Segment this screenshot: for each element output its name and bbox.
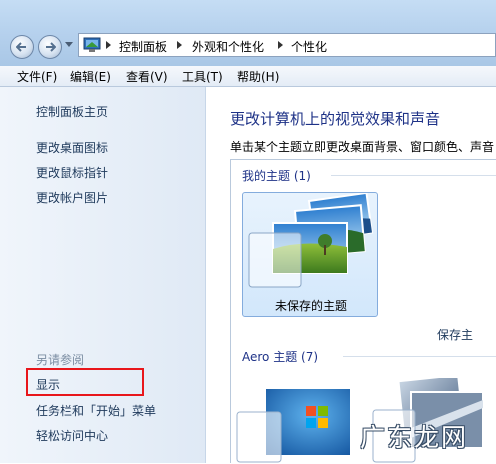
sidebar-link-taskbar-start-menu[interactable]: 任务栏和「开始」菜单 xyxy=(36,402,156,419)
breadcrumb-appearance[interactable]: 外观和个性化 xyxy=(192,38,264,55)
arrow-left-icon xyxy=(16,42,26,52)
recent-pages-chevron-icon[interactable] xyxy=(65,42,73,48)
control-panel-icon xyxy=(83,37,101,52)
breadcrumb-separator-icon[interactable] xyxy=(106,41,111,49)
sidebar-link-ease-of-access[interactable]: 轻松访问中心 xyxy=(36,427,108,444)
theme-preview-thumbnail xyxy=(248,193,374,288)
group-divider xyxy=(343,356,496,357)
save-theme-link[interactable]: 保存主 xyxy=(437,326,473,343)
highlight-box xyxy=(26,368,144,396)
menu-tools[interactable]: 工具(T) xyxy=(182,68,223,85)
menu-view[interactable]: 查看(V) xyxy=(126,68,168,85)
content-area: 更改计算机上的视觉效果和声音 单击某个主题立即更改桌面背景、窗口颜色、声音 我的… xyxy=(207,87,496,463)
menu-help[interactable]: 帮助(H) xyxy=(237,68,279,85)
page-title: 更改计算机上的视觉效果和声音 xyxy=(230,110,441,128)
sidebar-link-control-panel-home[interactable]: 控制面板主页 xyxy=(36,103,108,120)
my-themes-group-label: 我的主题 (1) xyxy=(242,169,311,183)
arrow-right-icon xyxy=(46,42,56,52)
breadcrumb-separator-icon[interactable] xyxy=(177,41,182,49)
pane-divider xyxy=(205,87,206,463)
sidebar-link-mouse-pointers[interactable]: 更改鼠标指针 xyxy=(36,164,108,181)
menu-bar: 文件(F) 编辑(E) 查看(V) 工具(T) 帮助(H) xyxy=(0,66,496,87)
menu-edit[interactable]: 编辑(E) xyxy=(70,68,111,85)
menu-file[interactable]: 文件(F) xyxy=(17,68,57,85)
unsaved-theme-tile[interactable]: 未保存的主题 xyxy=(242,192,378,317)
forward-button[interactable] xyxy=(38,35,62,59)
sidebar-link-desktop-icons[interactable]: 更改桌面图标 xyxy=(36,139,108,156)
address-bar[interactable]: 控制面板 外观和个性化 个性化 xyxy=(78,33,496,57)
breadcrumb-control-panel[interactable]: 控制面板 xyxy=(119,38,167,55)
sidebar-link-account-picture[interactable]: 更改帐户图片 xyxy=(36,189,108,206)
aero-themes-group-label: Aero 主题 (7) xyxy=(242,350,319,364)
page-description: 单击某个主题立即更改桌面背景、窗口颜色、声音 xyxy=(230,140,495,154)
group-divider xyxy=(331,175,496,176)
breadcrumb-separator-icon[interactable] xyxy=(278,41,283,49)
breadcrumb-personalization[interactable]: 个性化 xyxy=(291,38,327,55)
back-button[interactable] xyxy=(10,35,34,59)
site-watermark: 广东龙网 xyxy=(360,423,469,452)
unsaved-theme-label: 未保存的主题 xyxy=(274,299,347,313)
title-bar: 控制面板 外观和个性化 个性化 xyxy=(0,0,496,66)
see-also-label: 另请参阅 xyxy=(36,353,85,367)
